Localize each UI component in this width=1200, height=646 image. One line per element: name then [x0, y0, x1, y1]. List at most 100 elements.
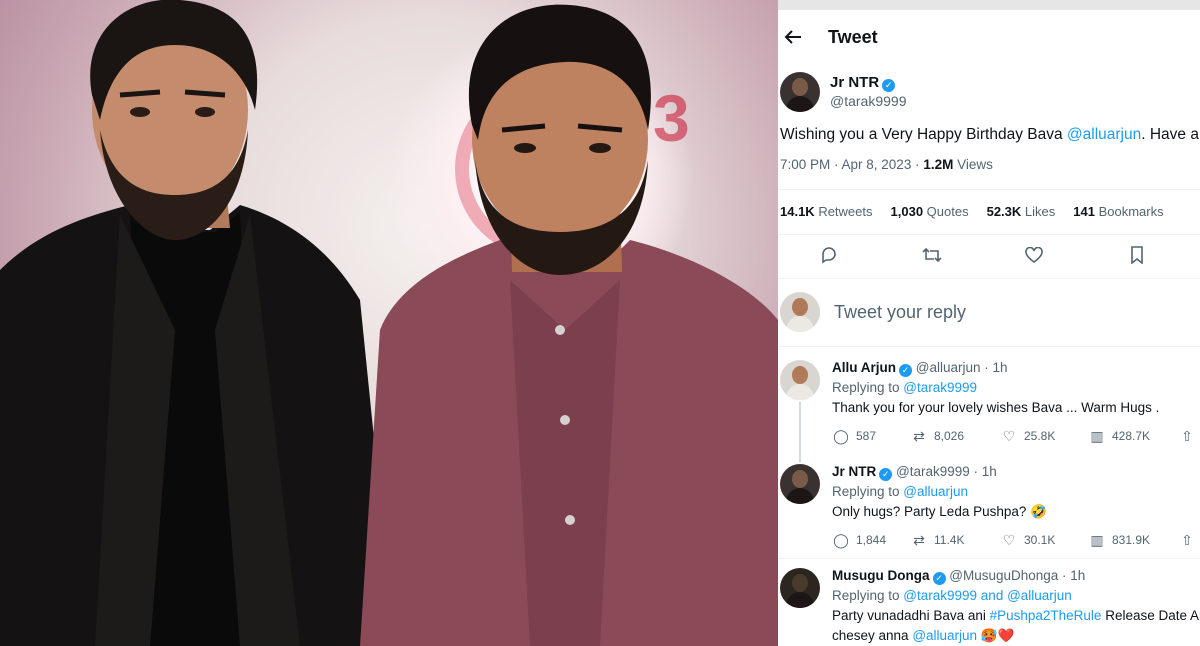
- quotes-count: 1,030: [890, 204, 924, 219]
- views-count: 1.2M: [923, 157, 954, 172]
- reply-retweet-action[interactable]: ⇄ 8,026: [910, 426, 1000, 446]
- reply-like-count: 25.8K: [1024, 429, 1056, 443]
- reply-text-part: chesey anna: [832, 628, 913, 643]
- reply-icon: ◯: [833, 532, 849, 548]
- share-icon: ⇧: [1181, 532, 1193, 548]
- reply-like-action[interactable]: ♡ 30.1K: [1000, 530, 1088, 550]
- tweet-mention-link[interactable]: @alluarjun: [1067, 126, 1141, 143]
- page-title: Tweet: [828, 26, 878, 47]
- reply-retweet-action[interactable]: ⇄ 11.4K: [910, 530, 1000, 550]
- reply-like-action[interactable]: ♡ 25.8K: [1000, 426, 1088, 446]
- bookmarks-stat[interactable]: 141 Bookmarks: [1073, 204, 1163, 219]
- quotes-stat[interactable]: 1,030 Quotes: [891, 204, 969, 219]
- reply-author-handle[interactable]: @alluarjun · 1h: [916, 360, 1008, 375]
- like-icon[interactable]: [1023, 244, 1045, 266]
- reply-author-handle[interactable]: @tarak9999 · 1h: [896, 464, 997, 479]
- reply-text-part: Party vunadadhi Bava ani: [832, 608, 990, 623]
- thread-line: [799, 402, 801, 462]
- reply-avatar[interactable]: [780, 360, 820, 400]
- reply-text-part: 🥵❤️: [977, 628, 1015, 643]
- retweets-stat[interactable]: 14.1K Retweets: [780, 204, 873, 219]
- reply-text: Thank you for your lovely wishes Bava ..…: [832, 400, 1160, 415]
- tweet-author[interactable]: Jr NTR ✓ @tarak9999: [780, 72, 906, 112]
- reply-comment-action[interactable]: ◯ 1,844: [832, 530, 910, 550]
- divider: [778, 234, 1200, 235]
- reply-views-action[interactable]: ▥ 831.9K: [1088, 530, 1178, 550]
- back-arrow-icon[interactable]: [782, 26, 804, 48]
- reply-avatar[interactable]: [780, 568, 820, 608]
- replying-to-label: Replying to: [832, 380, 904, 395]
- divider: [778, 346, 1200, 347]
- reply-text-line-2: chesey anna @alluarjun 🥵❤️: [832, 626, 1200, 646]
- reply-author-name[interactable]: Jr NTR: [832, 464, 876, 479]
- share-action[interactable]: ⇧: [1178, 531, 1200, 549]
- reply-views-count: 831.9K: [1112, 533, 1151, 547]
- tweet-text-suffix: . Have a gre: [1141, 126, 1200, 143]
- replying-to-link[interactable]: @tarak9999 and @alluarjun: [903, 588, 1072, 603]
- verified-badge-icon: ✓: [879, 468, 893, 481]
- retweet-icon[interactable]: [921, 244, 943, 266]
- reply-text: Only hugs? Party Leda Pushpa? 🤣: [832, 504, 1047, 519]
- reply-actions: ◯ 1,844 ⇄ 11.4K ♡ 30.1K ▥ 831.9K ⇧: [832, 530, 1200, 550]
- reply-actions: ◯ 587 ⇄ 8,026 ♡ 25.8K ▥ 428.7K ⇧: [832, 426, 1200, 446]
- reply-retweet-count: 8,026: [934, 429, 965, 443]
- author-avatar[interactable]: [780, 72, 820, 112]
- reply-avatar[interactable]: [780, 464, 820, 504]
- divider: [778, 189, 1200, 190]
- tweet-header: Tweet: [778, 22, 878, 52]
- celebrity-photo: 8.3: [0, 0, 778, 646]
- reply-icon: ◯: [833, 428, 849, 444]
- views-label: Views: [953, 157, 993, 172]
- bookmarks-label: Bookmarks: [1094, 204, 1164, 219]
- reply-composer[interactable]: Tweet your reply: [780, 292, 966, 332]
- reply-retweet-count: 11.4K: [934, 533, 965, 547]
- tweet-timestamp[interactable]: 7:00 PM · Apr 8, 2023 ·: [780, 157, 923, 172]
- divider: [778, 278, 1200, 279]
- reply-comment-count: 587: [856, 429, 877, 443]
- current-user-avatar[interactable]: [780, 292, 820, 332]
- reply-text-line-1: Party vunadadhi Bava ani #Pushpa2TheRule…: [832, 606, 1200, 626]
- retweets-count: 14.1K: [780, 204, 815, 219]
- author-handle[interactable]: @tarak9999: [830, 92, 906, 110]
- person-left-black-suit: [0, 0, 395, 646]
- hashtag-link[interactable]: #Pushpa2TheRule: [990, 608, 1102, 623]
- tweet-actions: [818, 244, 1148, 266]
- retweet-icon: ⇄: [913, 428, 925, 444]
- reply-icon[interactable]: [818, 244, 840, 266]
- bookmark-icon[interactable]: [1126, 244, 1148, 266]
- reply-mention-link[interactable]: @alluarjun: [912, 628, 977, 643]
- reply-like-count: 30.1K: [1024, 533, 1056, 547]
- verified-badge-icon: ✓: [882, 79, 896, 92]
- reply-input[interactable]: Tweet your reply: [834, 302, 966, 323]
- replying-to-link[interactable]: @tarak9999: [903, 380, 977, 395]
- views-icon: ▥: [1090, 428, 1104, 444]
- likes-label: Likes: [1021, 204, 1056, 219]
- verified-badge-icon: ✓: [932, 572, 946, 585]
- reply-views-count: 428.7K: [1112, 429, 1151, 443]
- tweet-meta: 7:00 PM · Apr 8, 2023 · 1.2M Views: [780, 157, 993, 172]
- tweet-text-prefix: Wishing you a Very Happy Birthday Bava: [780, 126, 1067, 143]
- reply-author-name[interactable]: Musugu Donga: [832, 568, 930, 583]
- share-action[interactable]: ⇧: [1178, 427, 1200, 445]
- bookmarks-count: 141: [1073, 204, 1095, 219]
- tweet-panel: Tweet Jr NTR ✓ @tarak9999 Wishing you a V…: [778, 0, 1200, 646]
- retweet-icon: ⇄: [913, 532, 925, 548]
- quotes-label: Quotes: [923, 204, 969, 219]
- reply-text-part: Release Date Ann: [1105, 608, 1200, 623]
- reply-author-handle[interactable]: @MusuguDhonga · 1h: [949, 568, 1085, 583]
- reply-comment-action[interactable]: ◯ 587: [832, 426, 910, 446]
- reply-views-action[interactable]: ▥ 428.7K: [1088, 426, 1178, 446]
- replying-to-link[interactable]: @alluarjun: [903, 484, 968, 499]
- share-icon: ⇧: [1181, 428, 1193, 444]
- reply-comment-count: 1,844: [856, 533, 887, 547]
- replying-to-label: Replying to: [832, 484, 904, 499]
- tweet-stats: 14.1K Retweets 1,030 Quotes 52.3K Likes …: [780, 204, 1164, 219]
- author-name[interactable]: Jr NTR: [830, 74, 879, 91]
- reply-author-name[interactable]: Allu Arjun: [832, 360, 896, 375]
- replying-to-label: Replying to: [832, 588, 904, 603]
- tweet-text: Wishing you a Very Happy Birthday Bava @…: [780, 126, 1200, 144]
- likes-count: 52.3K: [986, 204, 1022, 219]
- like-icon: ♡: [1002, 532, 1016, 548]
- browser-top-strip: [778, 0, 1200, 10]
- likes-stat[interactable]: 52.3K Likes: [987, 204, 1056, 219]
